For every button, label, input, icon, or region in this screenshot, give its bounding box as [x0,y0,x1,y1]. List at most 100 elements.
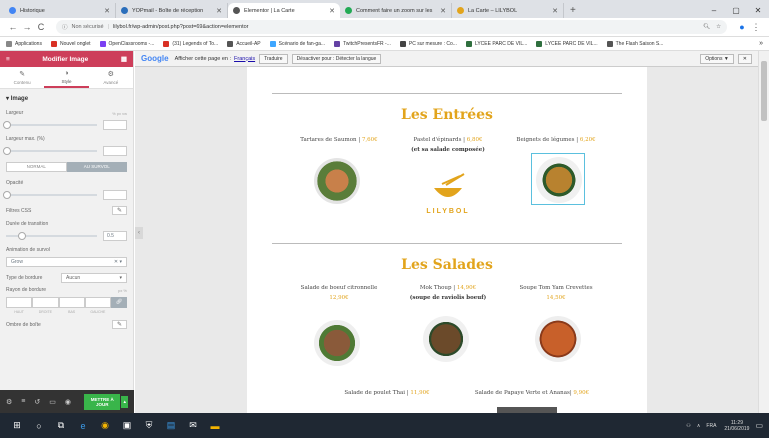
max-width-input[interactable] [103,146,127,156]
scroll-thumb[interactable] [761,61,767,121]
notifications-icon[interactable]: ▭ [755,421,763,430]
tab-style[interactable]: ◑ Style [44,67,89,88]
collapse-panel-handle[interactable]: ‹ [135,227,143,239]
transition-slider[interactable] [6,232,97,240]
bookmark-item[interactable]: TwitchPresentsFR -... [334,40,391,47]
radius-bottom-input[interactable] [58,297,85,308]
tab-content[interactable]: ✎ Contenu [0,67,44,88]
bookmark-item[interactable]: The Flash Saison S... [606,40,663,47]
tab-lilybol[interactable]: La Carte – LILYBOL ✕ [452,3,564,18]
bookmark-item[interactable]: Applications [6,40,42,47]
photo-tartare[interactable] [310,155,364,207]
people-icon[interactable]: ⚇ [686,423,690,429]
bookmark-item[interactable]: Nouvel onglet [50,40,91,47]
url-input[interactable]: ⓘ Non sécurisé | lilybol.fr/wp-admin/pos… [56,20,727,34]
update-button[interactable]: METTRE À JOUR [83,393,121,410]
chrome-icon[interactable]: ◉ [94,420,116,431]
maximize-button[interactable]: ▢ [725,3,747,18]
store-icon[interactable]: ▣ [116,420,138,431]
hover-animation-select[interactable]: Grow ✕ ▾ [6,257,127,267]
close-tab-icon[interactable]: ✕ [552,7,558,15]
mail-icon[interactable]: ✉ [182,420,204,431]
publish-options-button[interactable]: ▴ [121,395,128,408]
edge-icon[interactable]: e [72,421,94,431]
translate-button[interactable]: Traduire [259,53,288,64]
max-width-slider[interactable] [3,147,97,155]
bookmark-item[interactable]: OpenClassrooms -... [99,40,154,47]
radius-top-input[interactable] [6,297,33,308]
settings-icon[interactable]: ⚙ [6,398,12,406]
forward-icon[interactable]: → [20,22,34,32]
state-normal-tab[interactable]: NORMAL [6,162,67,172]
language-link[interactable]: Français [234,56,255,62]
photo-beignets-selected[interactable] [531,153,585,205]
photo-mok-thoup[interactable] [419,313,473,365]
profile-avatar[interactable]: ● [735,22,749,32]
page-scrollbar[interactable] [758,51,769,413]
close-tab-icon[interactable]: ✕ [440,7,446,15]
photo-salade-boeuf[interactable] [310,317,364,369]
state-hover-tab[interactable]: AU SURVOL [66,162,127,172]
tab-yopmail[interactable]: YOPmail - Boîte de réception ✕ [116,3,228,18]
disable-translate-button[interactable]: Désactiver pour : Détecter la langue [291,53,382,64]
hamburger-icon[interactable]: ≡ [6,56,10,63]
new-tab-button[interactable]: + [564,3,582,18]
close-translate-icon[interactable]: ✕ [737,53,752,64]
width-unit-switch[interactable]: % px vw [112,111,127,116]
bookmark-item[interactable]: LYCEE PARC DE VIL... [536,40,598,47]
shield-icon[interactable]: ⛨ [138,420,160,431]
translate-options-button[interactable]: Options ▼ [700,53,734,64]
minimize-button[interactable]: – [703,3,725,18]
bookmark-item[interactable]: LYCEE PARC DE VIL... [465,40,527,47]
radius-left-input[interactable] [84,297,111,308]
transition-input[interactable]: 0.5 [103,231,127,241]
back-icon[interactable]: ← [6,22,20,32]
tab-elementor[interactable]: Elementor | La Carte ✕ [228,3,340,18]
width-input[interactable] [103,120,127,130]
photo-tom-yam[interactable] [531,313,585,365]
preview-icon[interactable]: ◉ [65,398,71,406]
bookmark-item[interactable]: PC sur mesure : Co... [399,40,457,47]
slider-handle[interactable] [18,232,26,240]
opacity-slider[interactable] [3,191,97,199]
border-type-select[interactable]: Aucun ▾ [61,273,127,283]
photos-icon[interactable]: ▤ [160,420,182,431]
responsive-icon[interactable]: ▭ [49,398,56,406]
info-icon[interactable]: ⓘ [62,23,68,31]
tab-historique[interactable]: Historique ✕ [4,3,116,18]
close-tab-icon[interactable]: ✕ [329,7,335,15]
star-icon[interactable]: ☆ [716,24,721,30]
search-icon[interactable]: ○ [28,421,50,431]
grid-icon[interactable]: ▦ [121,55,127,63]
task-view-icon[interactable]: ⧉ [50,420,72,431]
zoom-icon[interactable]: 🔍︎ [703,24,710,30]
close-tab-icon[interactable]: ✕ [104,7,110,15]
tab-advanced[interactable]: ⚙ Avancé [89,67,133,88]
bookmarks-more-button[interactable]: » [759,40,763,47]
edit-filters-button[interactable]: ✎ [111,206,127,215]
bookmark-item[interactable]: Accueil-AP [227,40,261,47]
navigator-icon[interactable]: ≡ [21,398,25,405]
slider-handle[interactable] [3,121,11,129]
close-tab-icon[interactable]: ✕ [216,7,222,15]
tab-zoom[interactable]: Comment faire un zoom sur les ✕ [340,3,452,18]
explorer-icon[interactable]: ▬ [204,421,226,431]
slider-handle[interactable] [3,147,11,155]
opacity-input[interactable] [103,190,127,200]
link-values-icon[interactable]: 🔗︎ [111,297,127,308]
width-slider[interactable] [3,121,97,129]
close-window-button[interactable]: ✕ [747,3,769,18]
bookmark-item[interactable]: (31) Legends of To... [163,40,218,47]
edit-shadow-button[interactable]: ✎ [111,320,127,329]
bookmark-item[interactable]: Scénario de fan-ga... [269,40,325,47]
reload-icon[interactable]: C [34,22,48,32]
radius-right-input[interactable] [32,297,59,308]
clock[interactable]: 11:29 21/06/2019 [724,420,749,432]
language-indicator[interactable]: FRA [706,423,716,429]
windows-start-icon[interactable]: ⊞ [6,420,28,431]
tray-chevron-icon[interactable]: ∧ [697,423,701,429]
slider-handle[interactable] [3,191,11,199]
menu-kebab-icon[interactable]: ⋮ [749,22,763,33]
history-icon[interactable]: ↺ [34,398,40,406]
section-image-toggle[interactable]: ▾ Image [6,95,127,102]
